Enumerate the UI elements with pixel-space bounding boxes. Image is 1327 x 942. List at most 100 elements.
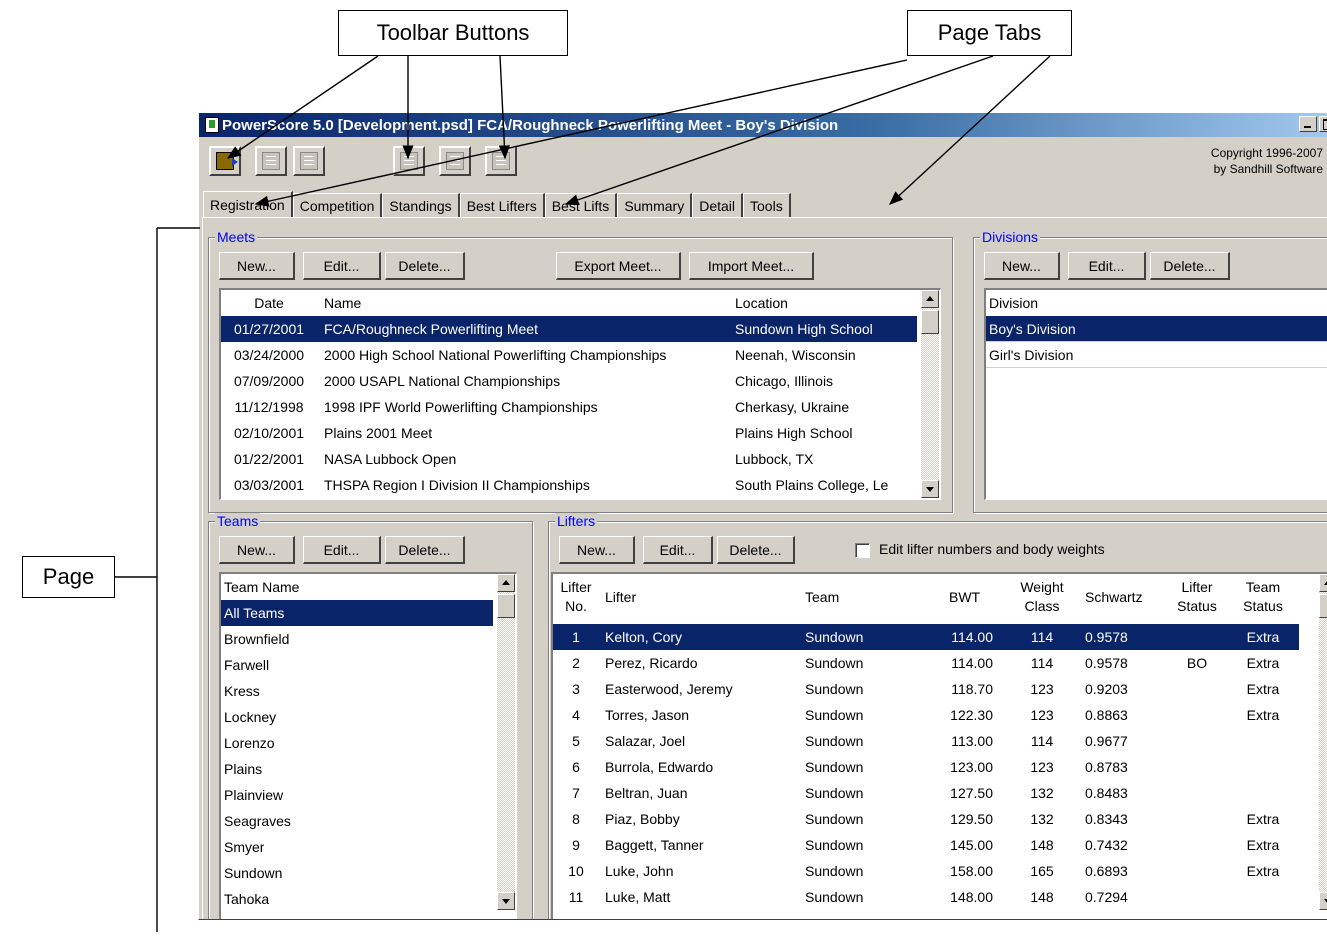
- team-row[interactable]: All Teams: [221, 600, 493, 626]
- tab-detail[interactable]: Detail: [692, 193, 744, 217]
- team-row[interactable]: Plains: [221, 756, 493, 782]
- lifter-no: 7: [572, 785, 580, 801]
- meet-row[interactable]: 01/27/2001 FCA/Roughneck Powerlifting Mee…: [221, 316, 917, 342]
- lifter-team-status: Extra: [1246, 837, 1280, 853]
- lifter-row[interactable]: 2 Perez, Ricardo Sundown 114.00 114 0.9578 BO E…: [553, 650, 1299, 676]
- lifter-team-status: Extra: [1246, 811, 1280, 827]
- meet-row[interactable]: 03/24/2000 2000 High School National Powe…: [221, 342, 917, 368]
- meet-row[interactable]: 11/12/1998 1998 IPF World Powerlifting Ch…: [221, 394, 917, 420]
- lifter-weight-class: 123: [1030, 707, 1054, 723]
- tab-summary[interactable]: Summary: [617, 193, 693, 217]
- meet-row[interactable]: 03/03/2001 THSPA Region I Division II Cha…: [221, 472, 917, 498]
- teams-scrollbar[interactable]: [497, 574, 515, 910]
- tab-competition[interactable]: Competition: [292, 193, 383, 217]
- tab-registration[interactable]: Registration: [203, 191, 293, 217]
- team-row[interactable]: Lorenzo: [221, 730, 493, 756]
- lifter-weight-class: 123: [1030, 681, 1054, 697]
- col-division: Division: [989, 295, 1039, 311]
- team-row[interactable]: Brownfield: [221, 626, 493, 652]
- tab-best-lifters[interactable]: Best Lifters: [459, 193, 545, 217]
- meet-new-button[interactable]: New...: [219, 252, 295, 280]
- team-row[interactable]: Lockney: [221, 704, 493, 730]
- lifter-team-status: Extra: [1246, 681, 1280, 697]
- team-new-button[interactable]: New...: [219, 536, 295, 564]
- teams-header: Team Name: [221, 574, 516, 600]
- meet-name: 1998 IPF World Powerlifting Championship…: [324, 399, 598, 415]
- meet-delete-button[interactable]: Delete...: [385, 252, 465, 280]
- scroll-thumb[interactable]: [497, 594, 515, 618]
- lifter-edit-button[interactable]: Edit...: [643, 536, 713, 564]
- flights-button[interactable]: [439, 146, 471, 176]
- scroll-thumb[interactable]: [1319, 594, 1327, 618]
- team-row[interactable]: Seagraves: [221, 808, 493, 834]
- team-name: Farwell: [224, 657, 270, 673]
- scroll-down-icon[interactable]: [497, 892, 515, 910]
- team-name: All Teams: [224, 605, 285, 621]
- team-row[interactable]: Kress: [221, 678, 493, 704]
- export-meet-button[interactable]: Export Meet...: [556, 252, 681, 280]
- scroll-up-icon[interactable]: [1319, 574, 1327, 592]
- lifter-bwt: 113.00: [951, 733, 993, 749]
- lifter-team: Sundown: [805, 629, 864, 645]
- weigh-in-button[interactable]: [393, 146, 425, 176]
- team-row[interactable]: Tahoka: [221, 886, 493, 912]
- lifter-row[interactable]: 8 Piaz, Bobby Sundown 129.50 132 0.8343 Extra: [553, 806, 1299, 832]
- division-new-button[interactable]: New...: [984, 252, 1060, 280]
- lifter-name: Baggett, Tanner: [605, 837, 704, 853]
- lifters-scrollbar[interactable]: [1319, 574, 1327, 910]
- meet-date: 07/09/2000: [233, 373, 305, 389]
- print-button[interactable]: [255, 146, 287, 176]
- division-row[interactable]: Girl's Division: [986, 342, 1327, 368]
- col-team-status: Team Status: [1235, 578, 1291, 616]
- lifter-row[interactable]: 10 Luke, John Sundown 158.00 165 0.6893 Extra: [553, 858, 1299, 884]
- division-delete-button[interactable]: Delete...: [1150, 252, 1230, 280]
- team-row[interactable]: Plainview: [221, 782, 493, 808]
- division-edit-button[interactable]: Edit...: [1068, 252, 1146, 280]
- meet-row[interactable]: 07/09/2000 2000 USAPL National Championsh…: [221, 368, 917, 394]
- col-location: Location: [735, 295, 788, 311]
- scroll-up-icon[interactable]: [921, 290, 939, 308]
- col-weight-class-line1: Weight: [1020, 579, 1064, 595]
- meets-scrollbar[interactable]: [921, 290, 939, 498]
- meet-row[interactable]: 02/10/2001 Plains 2001 Meet Plains High Sc…: [221, 420, 917, 446]
- lifter-row[interactable]: 3 Easterwood, Jeremy Sundown 118.70 123 0.920…: [553, 676, 1299, 702]
- tab-tools[interactable]: Tools: [743, 193, 791, 217]
- team-delete-button[interactable]: Delete...: [385, 536, 465, 564]
- division-row[interactable]: Boy's Division: [986, 316, 1327, 342]
- lifter-delete-button[interactable]: Delete...: [717, 536, 795, 564]
- scroll-thumb[interactable]: [921, 310, 939, 334]
- copy-button[interactable]: [293, 146, 325, 176]
- import-meet-button[interactable]: Import Meet...: [689, 252, 814, 280]
- lifter-row[interactable]: 1 Kelton, Cory Sundown 114.00 114 0.9578 Extra: [553, 624, 1299, 650]
- lifter-new-button[interactable]: New...: [559, 536, 635, 564]
- meet-date: 03/24/2000: [233, 347, 305, 363]
- edit-lifter-numbers-checkbox[interactable]: [855, 543, 870, 558]
- scroll-up-icon[interactable]: [497, 574, 515, 592]
- team-row[interactable]: Sundown: [221, 860, 493, 886]
- team-row[interactable]: Farwell: [221, 652, 493, 678]
- meets-list: Date Name Location 01/27/2001 FCA/Roughne…: [219, 288, 941, 500]
- lifter-row[interactable]: 11 Luke, Matt Sundown 148.00 148 0.7294: [553, 884, 1299, 910]
- tab-standings[interactable]: Standings: [382, 193, 460, 217]
- maximize-button[interactable]: [1319, 116, 1327, 132]
- edit-lifter-numbers-label[interactable]: Edit lifter numbers and body weights: [879, 541, 1105, 557]
- team-edit-button[interactable]: Edit...: [303, 536, 381, 564]
- team-row[interactable]: Smyer: [221, 834, 493, 860]
- lifter-weight-class: 148: [1030, 837, 1054, 853]
- lifter-row[interactable]: 5 Salazar, Joel Sundown 113.00 114 0.9677: [553, 728, 1299, 754]
- lifter-no: 4: [572, 707, 580, 723]
- lifter-row[interactable]: 7 Beltran, Juan Sundown 127.50 132 0.8483: [553, 780, 1299, 806]
- scroll-down-icon[interactable]: [921, 480, 939, 498]
- lifter-row[interactable]: 4 Torres, Jason Sundown 122.30 123 0.8863 Extr…: [553, 702, 1299, 728]
- lifter-row[interactable]: 6 Burrola, Edwardo Sundown 123.00 123 0.8783: [553, 754, 1299, 780]
- meet-row[interactable]: 01/22/2001 NASA Lubbock Open Lubbock, TX: [221, 446, 917, 472]
- exit-button[interactable]: [209, 146, 241, 176]
- lifter-weight-class: 165: [1030, 863, 1054, 879]
- lifter-schwartz: 0.9203: [1085, 681, 1128, 697]
- lifter-row[interactable]: 9 Baggett, Tanner Sundown 145.00 148 0.7432 Ex…: [553, 832, 1299, 858]
- scroll-down-icon[interactable]: [1319, 892, 1327, 910]
- meet-edit-button[interactable]: Edit...: [303, 252, 381, 280]
- tab-best-lifts[interactable]: Best Lifts: [544, 193, 618, 217]
- scoresheet-button[interactable]: [485, 146, 517, 176]
- minimize-button[interactable]: [1299, 116, 1317, 132]
